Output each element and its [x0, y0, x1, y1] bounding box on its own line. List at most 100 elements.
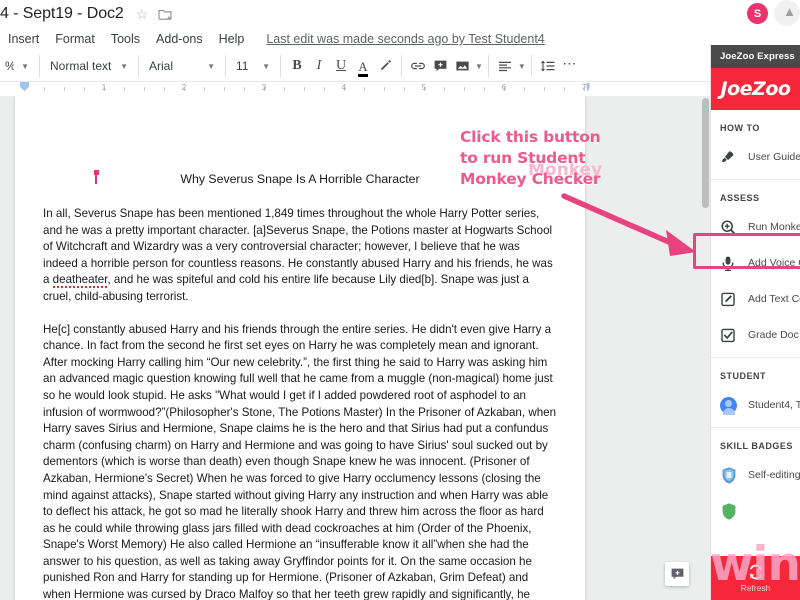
menu-item-insert[interactable]: Insert [0, 32, 47, 46]
ruler-tick [244, 87, 245, 91]
ruler-number: 6 [501, 83, 507, 92]
pink-highlight-box [693, 233, 800, 269]
pink-arrow-pointing-right-icon [561, 193, 696, 256]
last-edit-link[interactable]: Last edit was made seconds ago by Test S… [266, 32, 544, 46]
sidebar-item-label: User Guide: [748, 151, 800, 163]
sidebar-item-user-guide[interactable]: User Guide: [711, 139, 800, 175]
document-ruler[interactable]: 1 2 3 4 5 6 7 [0, 82, 710, 96]
italic-button[interactable]: I [308, 54, 330, 78]
sidebar-item-label: Self-editing [748, 469, 800, 481]
badge-green-glyph [722, 502, 736, 520]
badge-shield-glyph [722, 466, 736, 484]
annotation-callout-text: Click this button to run Student Monkey … [460, 128, 601, 188]
font-size-dropdown[interactable]: 11 ▼ [231, 54, 275, 78]
sidebar-item-label: Add Text Co [748, 293, 800, 305]
underline-button[interactable]: U [330, 54, 352, 78]
menu-item-add-ons[interactable]: Add-ons [148, 32, 211, 46]
sidebar-item-student[interactable]: Student4, T [711, 387, 800, 423]
align-left-icon[interactable] [494, 54, 516, 78]
sidebar-item-grade-doc[interactable]: Grade Doc [711, 317, 800, 353]
line-spacing-icon[interactable] [537, 54, 559, 78]
chevron-down-icon: ▼ [120, 61, 128, 71]
zoom-dropdown[interactable]: % ▼ [0, 54, 34, 78]
checkbox-check-glyph [721, 328, 735, 342]
ruler-tick [444, 87, 445, 91]
document-title[interactable]: 4 - Sept19 - Doc2 [0, 5, 124, 23]
ruler-tick [524, 87, 525, 91]
sidebar-header-title: JoeZoo Express [711, 45, 800, 68]
ruler-tick [404, 87, 405, 91]
menu-item-help[interactable]: Help [211, 32, 253, 46]
document-scrollbar[interactable] [701, 96, 710, 600]
document-paragraph-2: He[c] constantly abused Harry and his fr… [43, 322, 557, 600]
sidebar-item-add-text-comment[interactable]: Add Text Co [711, 281, 800, 317]
sidebar-item-label: Grade Doc [748, 329, 799, 341]
ruler-tick [564, 87, 565, 91]
insert-image-icon[interactable] [451, 54, 473, 78]
text-color-button[interactable]: A [352, 54, 374, 78]
chevron-down-icon: ▼ [21, 61, 29, 71]
student-avatar [720, 396, 737, 415]
chevron-down-icon[interactable]: ▼ [475, 62, 483, 71]
refresh-button[interactable]: Refresh [711, 556, 800, 600]
more-options-icon[interactable]: ⋯ [559, 54, 581, 78]
ruler-tick [144, 87, 145, 91]
spelling-error-word: deatheater [52, 273, 108, 289]
add-comment-icon [671, 568, 683, 580]
formatting-toolbar: % ▼ Normal text ▼ Arial ▼ 11 ▼ B I U A [0, 51, 800, 82]
sidebar-item-self-editing-badge[interactable]: Self-editing [711, 457, 800, 493]
menu-bar: Insert Format Tools Add-ons Help Last ed… [0, 27, 800, 51]
text-color-letter: A [358, 58, 369, 77]
ruler-number: 3 [261, 83, 267, 92]
chevron-down-icon: ▼ [207, 61, 215, 71]
ruler-tick [84, 87, 85, 91]
toolbar-divider [487, 55, 489, 77]
sidebar-item-label: Student4, T [748, 399, 800, 411]
move-to-folder-icon[interactable] [158, 7, 173, 21]
chevron-down-icon[interactable]: ▼ [518, 62, 526, 71]
sidebar-section-skill-badges: SKILL BADGES [720, 441, 793, 451]
sidebar-section-how-to: HOW TO [720, 123, 760, 133]
highlight-pen-glyph [381, 60, 391, 70]
joezoo-express-sidebar: JoeZoo Express JoeZoo HOW TO User Guide:… [710, 45, 800, 600]
toolbar-divider [401, 55, 402, 77]
menu-item-tools[interactable]: Tools [103, 32, 148, 46]
ruler-tick [164, 87, 165, 91]
refresh-glyph [749, 564, 762, 580]
rocket-icon [720, 149, 742, 165]
page-title: Why Severus Snape Is A Horrible Characte… [180, 172, 420, 186]
joezoo-logo-text: JoeZoo [720, 78, 791, 100]
star-outline-icon[interactable]: ☆ [136, 7, 149, 21]
menu-item-format[interactable]: Format [47, 32, 103, 46]
add-comment-fab-button[interactable] [665, 562, 689, 586]
sidebar-item-badge-2[interactable] [711, 493, 800, 529]
add-comment-icon[interactable] [429, 54, 451, 78]
ruler-tick [364, 87, 365, 91]
ruler-tick [64, 87, 65, 91]
paragraph-1-part-b: , and he was spiteful and cold his entir… [43, 273, 529, 303]
paragraph-style-dropdown[interactable]: Normal text ▼ [45, 54, 133, 78]
user-avatar-initial[interactable]: S [747, 3, 768, 24]
rocket-glyph [722, 151, 734, 163]
ruler-tick [204, 87, 205, 91]
ruler-tick [284, 87, 285, 91]
ruler-tick [464, 87, 465, 91]
google-docs-window: 4 - Sept19 - Doc2 ☆ S ▲ Insert Format To… [0, 0, 800, 600]
ruler-number: 5 [421, 83, 427, 92]
text-cursor-marker [94, 170, 99, 184]
user-avatar-icon [720, 396, 742, 415]
document-canvas: Why Severus Snape Is A Horrible Characte… [0, 96, 710, 600]
font-family-dropdown[interactable]: Arial ▼ [144, 54, 220, 78]
chevron-down-icon: ▼ [262, 61, 270, 71]
highlight-pen-icon[interactable] [374, 54, 396, 78]
toolbar-divider [280, 55, 281, 77]
joezoo-logo: JoeZoo [711, 68, 800, 110]
title-bar: 4 - Sept19 - Doc2 ☆ S ▲ [0, 0, 800, 27]
insert-link-icon[interactable] [407, 54, 429, 78]
secondary-avatar-glyph: ▲ [783, 4, 796, 19]
badge-green-icon [720, 502, 742, 521]
image-glyph [455, 61, 469, 71]
ruler-tick [544, 87, 545, 91]
bold-button[interactable]: B [286, 54, 308, 78]
ruler-number: 4 [341, 83, 347, 92]
